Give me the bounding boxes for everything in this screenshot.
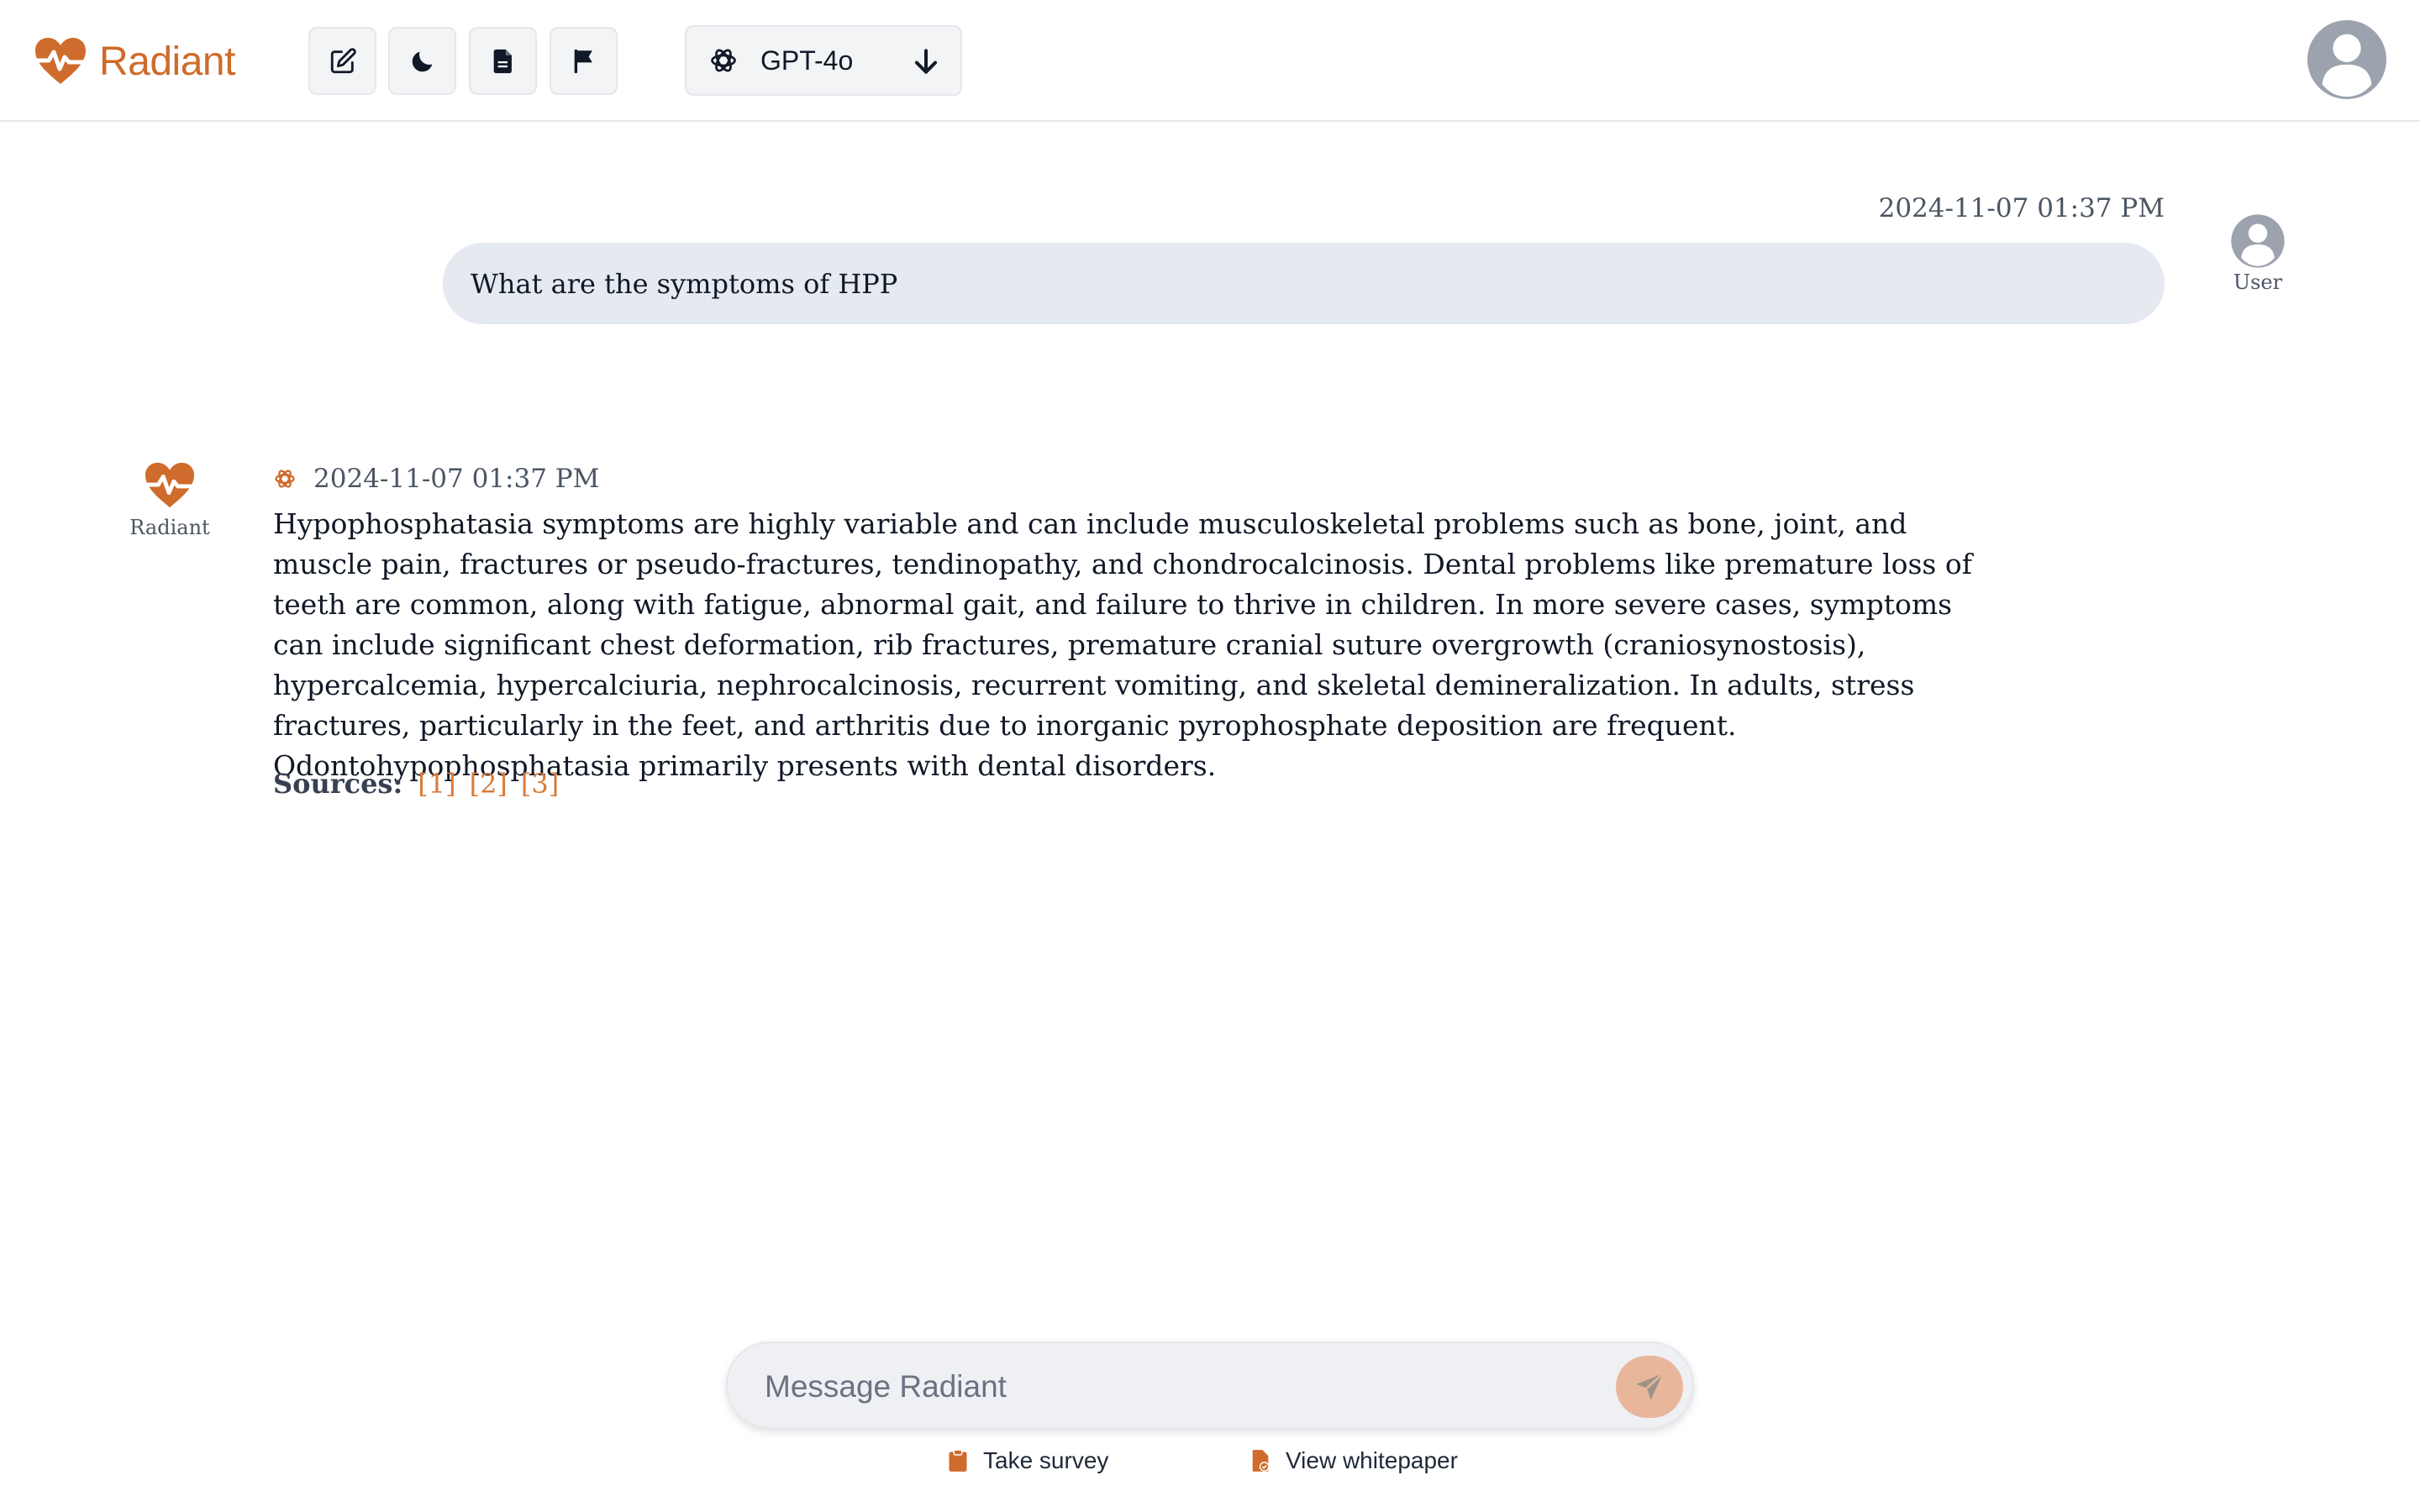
sources-label: Sources: — [273, 768, 403, 800]
send-icon — [1636, 1373, 1664, 1400]
document-check-icon — [1252, 1450, 1270, 1472]
user-message-bubble: What are the symptoms of HPP — [443, 243, 2165, 324]
report-button[interactable] — [550, 27, 618, 95]
brand-name: Radiant — [99, 39, 235, 84]
sources: Sources: [1] [2] [3] — [273, 768, 572, 800]
edit-icon — [330, 47, 356, 73]
user-avatar-icon — [2231, 214, 2285, 268]
model-selector[interactable]: GPT-4o — [685, 25, 962, 96]
send-button[interactable] — [1616, 1356, 1683, 1418]
clipboard-icon — [949, 1449, 967, 1472]
brand[interactable]: Radiant — [32, 32, 235, 91]
user-avatar: User — [2227, 213, 2289, 294]
message-input[interactable] — [765, 1362, 1571, 1412]
source-link-1[interactable]: [1] — [418, 768, 455, 800]
take-survey-label: Take survey — [983, 1447, 1109, 1473]
source-link-2[interactable]: [2] — [470, 768, 508, 800]
assistant-sender-label: Radiant — [129, 516, 210, 539]
user-sender-label: User — [2233, 270, 2283, 294]
view-whitepaper-link[interactable]: View whitepaper — [1250, 1446, 1458, 1476]
user-message-timestamp: 2024-11-07 01:37 PM — [1878, 193, 2165, 223]
documents-button[interactable] — [469, 27, 537, 95]
source-link-3[interactable]: [3] — [521, 768, 559, 800]
arrow-down-icon — [914, 49, 938, 74]
heart-pulse-logo-icon — [33, 38, 88, 84]
assistant-message-meta: 2024-11-07 01:37 PM — [273, 460, 599, 497]
document-icon — [493, 49, 512, 73]
selected-model: GPT-4o — [760, 45, 854, 76]
message-composer — [726, 1341, 1694, 1429]
top-bar: Radiant GPT-4o — [0, 0, 2420, 122]
user-avatar-icon[interactable] — [2306, 18, 2388, 101]
openai-icon — [275, 470, 295, 488]
take-survey-link[interactable]: Take survey — [948, 1446, 1108, 1476]
heart-pulse-icon — [143, 462, 197, 508]
moon-icon — [412, 51, 432, 71]
user-message-text: What are the symptoms of HPP — [471, 267, 898, 300]
new-chat-button[interactable] — [308, 27, 376, 95]
openai-icon — [711, 49, 736, 72]
dark-mode-button[interactable] — [388, 27, 456, 95]
assistant-avatar: Radiant — [126, 460, 213, 539]
assistant-message-timestamp: 2024-11-07 01:37 PM — [313, 464, 600, 494]
flag-icon — [574, 49, 592, 73]
assistant-message-text: Hypophosphatasia symptoms are highly var… — [273, 507, 1972, 782]
view-whitepaper-label: View whitepaper — [1286, 1447, 1458, 1473]
